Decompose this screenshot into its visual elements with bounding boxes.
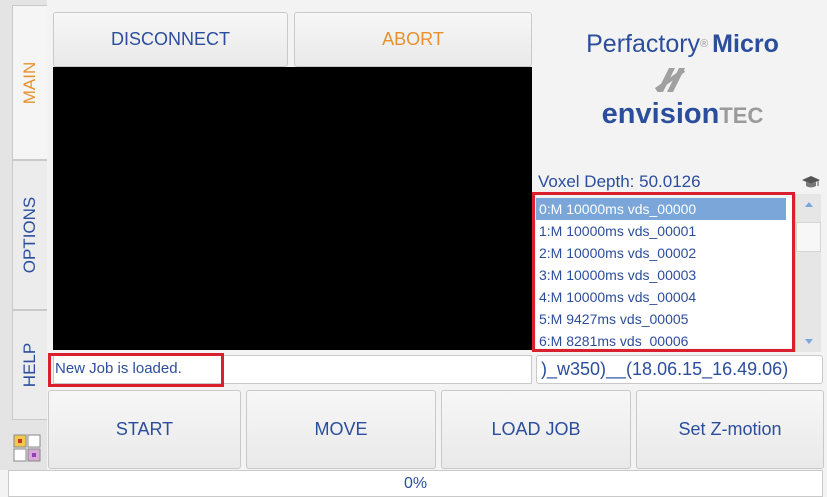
layer-list[interactable]: 0:M 10000ms vds_00000 1:M 10000ms vds_00… <box>536 198 792 348</box>
graduation-cap-icon[interactable] <box>802 174 820 190</box>
tab-options-label: OPTIONS <box>20 196 39 274</box>
move-button[interactable]: MOVE <box>246 390 436 469</box>
abort-button[interactable]: ABORT <box>294 12 532 67</box>
job-name: )_w350)__(18.06.15_16.49.06) <box>541 359 789 379</box>
tab-main[interactable]: MAIN <box>12 5 47 160</box>
list-item[interactable]: 5:M 9427ms vds_00005 <box>536 308 792 330</box>
disconnect-button[interactable]: DISCONNECT <box>53 12 288 67</box>
company-suffix: TEC <box>719 103 764 128</box>
product-logo: Perfactory ® Micro <box>540 28 825 60</box>
disconnect-label: DISCONNECT <box>110 29 230 49</box>
status-message: New Job is loaded. <box>55 360 182 377</box>
progress-bar: 0% <box>8 470 823 497</box>
tab-help[interactable]: HELP <box>12 310 47 420</box>
load-job-button[interactable]: LOAD JOB <box>441 390 631 469</box>
set-z-motion-label: Set Z-motion <box>678 419 782 439</box>
company-name: envision <box>601 98 720 130</box>
list-item[interactable]: 1:M 10000ms vds_00001 <box>536 220 792 242</box>
set-z-motion-button[interactable]: Set Z-motion <box>636 390 824 469</box>
list-item[interactable]: 2:M 10000ms vds_00002 <box>536 242 792 264</box>
registered-mark: ® <box>700 38 709 50</box>
product-name: Perfactory <box>586 29 701 58</box>
scroll-down-arrow-icon[interactable] <box>805 339 813 344</box>
tab-help-label: HELP <box>20 342 39 388</box>
micro-wordmark: Micro <box>712 29 779 58</box>
move-label: MOVE <box>314 419 368 439</box>
envisiontec-emblem-icon <box>647 62 693 98</box>
color-palette-icon[interactable] <box>13 434 43 462</box>
scroll-thumb[interactable] <box>796 222 821 252</box>
job-name-field: )_w350)__(18.06.15_16.49.06) <box>536 355 823 384</box>
tab-main-label: MAIN <box>20 61 39 104</box>
scroll-up-arrow-icon[interactable] <box>805 202 813 207</box>
abort-label: ABORT <box>382 29 444 49</box>
progress-text: 0% <box>403 475 428 492</box>
tab-options[interactable]: OPTIONS <box>12 160 47 310</box>
list-item[interactable]: 0:M 10000ms vds_00000 <box>536 198 786 220</box>
layer-list-scrollbar[interactable] <box>795 194 821 352</box>
list-item[interactable]: 6:M 8281ms vds_00006 <box>536 330 792 348</box>
list-item[interactable]: 4:M 10000ms vds_00004 <box>536 286 792 308</box>
layer-preview-display <box>53 67 532 350</box>
list-item[interactable]: 3:M 10000ms vds_00003 <box>536 264 792 286</box>
start-button[interactable]: START <box>48 390 241 469</box>
load-job-label: LOAD JOB <box>491 419 581 439</box>
company-logo: envision TEC <box>540 98 825 138</box>
start-label: START <box>115 419 174 439</box>
